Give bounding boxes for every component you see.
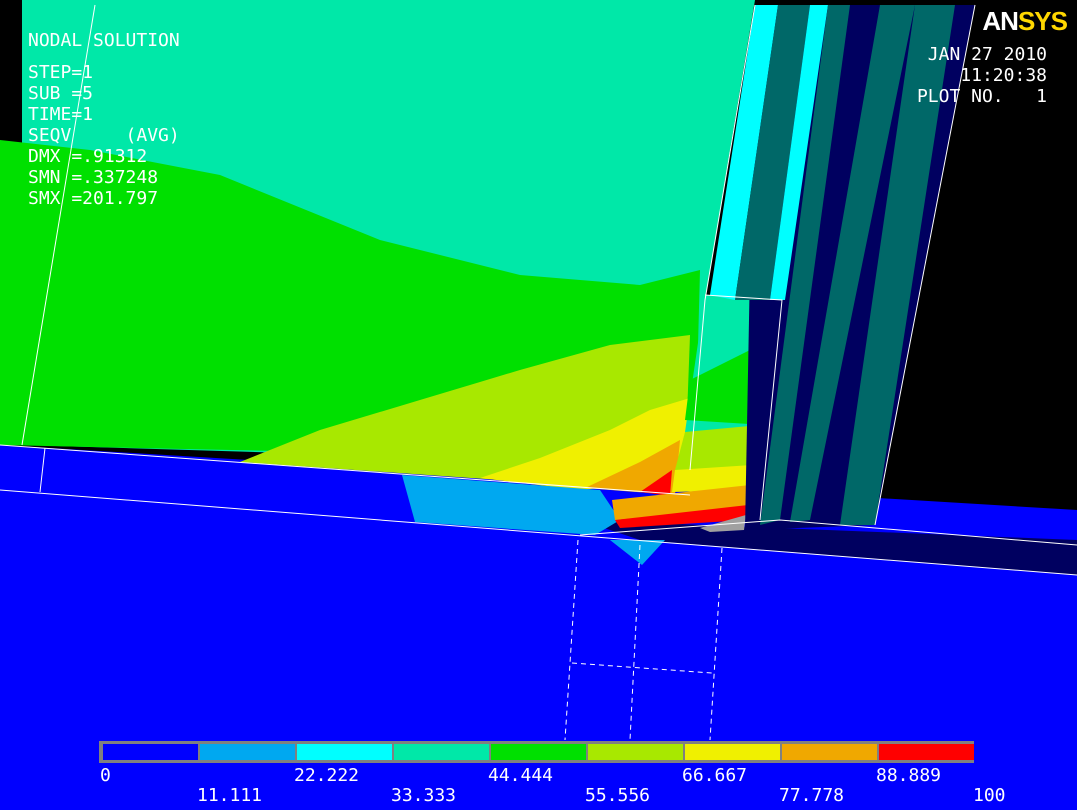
legend-label-bottom-3: 77.778: [779, 785, 845, 806]
ansys-logo: ANSYS: [982, 6, 1068, 36]
step-label: STEP=1: [28, 62, 94, 83]
smx-label: SMX =201.797: [28, 188, 159, 209]
legend-label-bottom-4: 100: [973, 785, 1006, 806]
seqv-label: SEQV (AVG): [28, 125, 180, 146]
plot-date: JAN 27 2010: [927, 44, 1047, 65]
dmx-label: DMX =.91312: [28, 146, 148, 167]
legend-swatch-6: [685, 744, 780, 760]
legend-label-top-3: 66.667: [682, 765, 748, 786]
legend-label-top-2: 44.444: [488, 765, 554, 786]
smn-label: SMN =.337248: [28, 167, 159, 188]
sub-label: SUB =5: [28, 83, 94, 104]
legend-swatch-5: [588, 744, 683, 760]
contour-legend-bar: [99, 741, 974, 763]
legend-label-bottom-0: 11.111: [197, 785, 263, 806]
time-label: TIME=1: [28, 104, 94, 125]
plot-number: PLOT NO. 1: [916, 86, 1047, 107]
legend-label-top-0: 0: [100, 765, 111, 786]
legend-swatch-0: [103, 744, 198, 760]
legend-label-top-4: 88.889: [876, 765, 942, 786]
legend-label-top-1: 22.222: [294, 765, 360, 786]
legend-label-bottom-1: 33.333: [391, 785, 457, 806]
legend-swatch-1: [200, 744, 295, 760]
plot-time: 11:20:38: [960, 65, 1047, 86]
legend-swatch-7: [782, 744, 877, 760]
stress-contour-plot: [0, 0, 1077, 810]
legend-label-bottom-2: 55.556: [585, 785, 651, 806]
solution-title: NODAL SOLUTION: [28, 30, 180, 51]
legend-swatch-3: [394, 744, 489, 760]
legend-swatch-2: [297, 744, 392, 760]
legend-swatch-4: [491, 744, 586, 760]
ansys-plot-window: ANSYS NODAL SOLUTION STEP=1 SUB =5 TIME=…: [0, 0, 1077, 810]
legend-swatch-8: [879, 744, 974, 760]
